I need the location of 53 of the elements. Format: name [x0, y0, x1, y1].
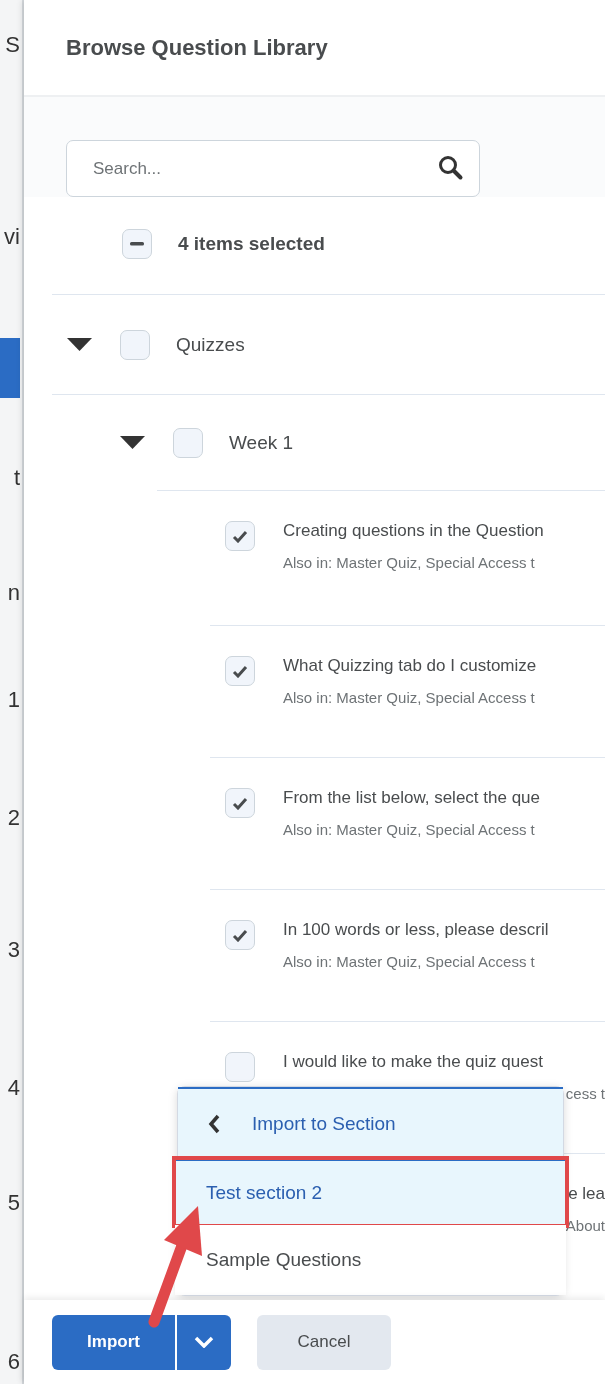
background-text: 1: [6, 686, 21, 714]
dialog-title: Browse Question Library: [66, 34, 328, 61]
background-text: vi: [3, 223, 21, 251]
question-title[interactable]: From the list below, select the que: [283, 788, 541, 808]
background-text: 4: [6, 1074, 21, 1102]
checkmark-icon: [232, 796, 248, 810]
folder-label[interactable]: Week 1: [229, 431, 294, 454]
nav-highlight: [0, 338, 20, 398]
background-text: 5: [6, 1189, 21, 1217]
caret-icon[interactable]: [67, 338, 92, 351]
dropdown-button[interactable]: [175, 1314, 231, 1370]
search-field[interactable]: Search...: [66, 140, 480, 197]
checkbox[interactable]: [225, 788, 255, 818]
menu-header[interactable]: Import to Section: [178, 1087, 563, 1159]
checkbox[interactable]: [225, 521, 255, 551]
background-text: 2: [6, 804, 21, 832]
question-note: cess t: [565, 1085, 605, 1102]
folder-label[interactable]: Quizzes: [176, 333, 245, 356]
question-note: Also in: Master Quiz, Special Access t: [283, 953, 535, 970]
question-title[interactable]: What Quizzing tab do I customize: [283, 656, 537, 676]
question-note: About: [565, 1217, 605, 1234]
menu-title: Import to Section: [252, 1113, 396, 1135]
background-text: 6: [6, 1348, 21, 1376]
checkbox[interactable]: [122, 229, 152, 259]
question-title[interactable]: Creating questions in the Question: [283, 521, 544, 541]
search-icon[interactable]: [438, 155, 464, 181]
question-note: Also in: Master Quiz, Special Access t: [283, 554, 535, 571]
checkmark-icon: [232, 529, 248, 543]
checkbox[interactable]: [173, 427, 203, 458]
question-title[interactable]: e lea: [568, 1184, 605, 1204]
question-note: Also in: Master Quiz, Special Access t: [283, 821, 535, 838]
checkbox[interactable]: [225, 1052, 255, 1082]
background-text: t: [12, 464, 21, 492]
checkbox[interactable]: [225, 656, 255, 686]
back-icon[interactable]: [208, 1114, 220, 1134]
background-text: 3: [6, 936, 21, 964]
checkmark-icon: [232, 928, 248, 942]
question-title[interactable]: In 100 words or less, please descril: [283, 920, 549, 940]
background-text: n: [6, 579, 21, 607]
chevron-down-icon: [194, 1336, 214, 1348]
question-note: Also in: Master Quiz, Special Access t: [283, 689, 535, 706]
question-title[interactable]: I would like to make the quiz quest: [283, 1052, 543, 1072]
menu-item[interactable]: Sample Questions: [175, 1225, 566, 1295]
cancel-button[interactable]: Cancel: [257, 1314, 391, 1370]
import-button[interactable]: Import: [52, 1314, 175, 1370]
background-text: S: [4, 31, 21, 59]
selection-count: 4 items selected: [178, 233, 325, 255]
checkbox[interactable]: [225, 920, 255, 950]
caret-icon[interactable]: [120, 436, 145, 449]
menu-item[interactable]: Test section 2: [175, 1159, 566, 1225]
checkmark-icon: [232, 664, 248, 678]
checkbox[interactable]: [120, 329, 150, 360]
minus-icon: [130, 242, 144, 246]
